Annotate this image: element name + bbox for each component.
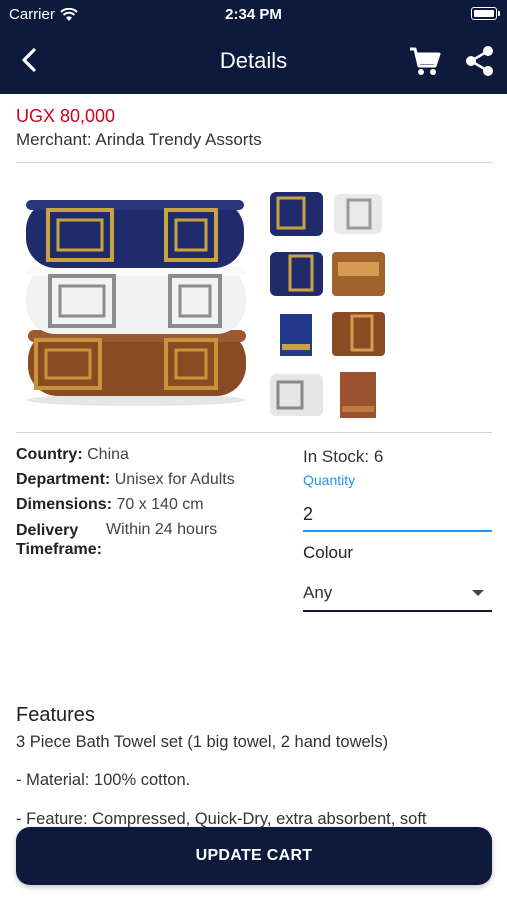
share-icon[interactable] — [464, 44, 496, 78]
colour-selected-value: Any — [303, 583, 333, 602]
dimensions-row: Dimensions: 70 x 140 cm — [16, 496, 296, 521]
colour-label: Colour — [303, 543, 354, 562]
dropdown-caret-icon — [472, 590, 484, 596]
department-label: Department: — [16, 471, 111, 488]
product-price: UGX 80,000 — [16, 106, 116, 126]
thumbnail[interactable] — [330, 366, 387, 422]
thumbnail[interactable] — [330, 306, 387, 362]
update-cart-button[interactable]: UPDATE CART — [16, 827, 492, 885]
delivery-label-line2: Timeframe: — [16, 541, 102, 558]
delivery-label-line1: Delivery — [16, 522, 79, 539]
merchant-name: Merchant: Arinda Trendy Assorts — [16, 130, 262, 149]
department-row: Department: Unisex for Adults — [16, 471, 296, 496]
dimensions-label: Dimensions: — [16, 496, 113, 513]
cart-icon[interactable] — [408, 44, 442, 78]
country-label: Country: — [16, 446, 83, 463]
colour-select[interactable]: Any — [303, 574, 492, 612]
quantity-input[interactable] — [303, 498, 492, 532]
thumbnail[interactable] — [268, 246, 325, 302]
country-row: Country: China — [16, 446, 296, 471]
delivery-label: Delivery Timeframe: — [16, 521, 102, 559]
quantity-label: Quantity — [303, 472, 356, 488]
stock-count: In Stock: 6 — [303, 447, 384, 466]
battery-icon — [471, 7, 500, 20]
divider — [16, 162, 492, 163]
feature-line: - Material: 100% cotton. — [16, 771, 191, 789]
product-info: Country: China Department: Unisex for Ad… — [16, 446, 296, 565]
thumbnail[interactable] — [268, 186, 325, 242]
dimensions-value: 70 x 140 cm — [116, 496, 204, 513]
feature-line: 3 Piece Bath Towel set (1 big towel, 2 h… — [16, 733, 389, 751]
thumbnail[interactable] — [330, 186, 387, 242]
thumbnail[interactable] — [268, 366, 325, 422]
country-value: China — [87, 446, 129, 463]
status-time: 2:34 PM — [225, 6, 282, 23]
delivery-value: Within 24 hours — [106, 521, 218, 538]
divider — [16, 432, 492, 433]
nav-bar: Details — [0, 30, 507, 94]
department-value: Unisex for Adults — [114, 471, 235, 488]
top-bar: Carrier 2:34 PM Details — [0, 0, 507, 94]
status-bar: Carrier 2:34 PM — [0, 0, 507, 30]
product-main-image[interactable] — [16, 190, 252, 410]
delivery-row: Delivery Timeframe: Within 24 hours — [16, 521, 296, 565]
features-title: Features — [16, 704, 95, 726]
thumbnail[interactable] — [268, 306, 325, 362]
thumbnail[interactable] — [330, 246, 387, 302]
